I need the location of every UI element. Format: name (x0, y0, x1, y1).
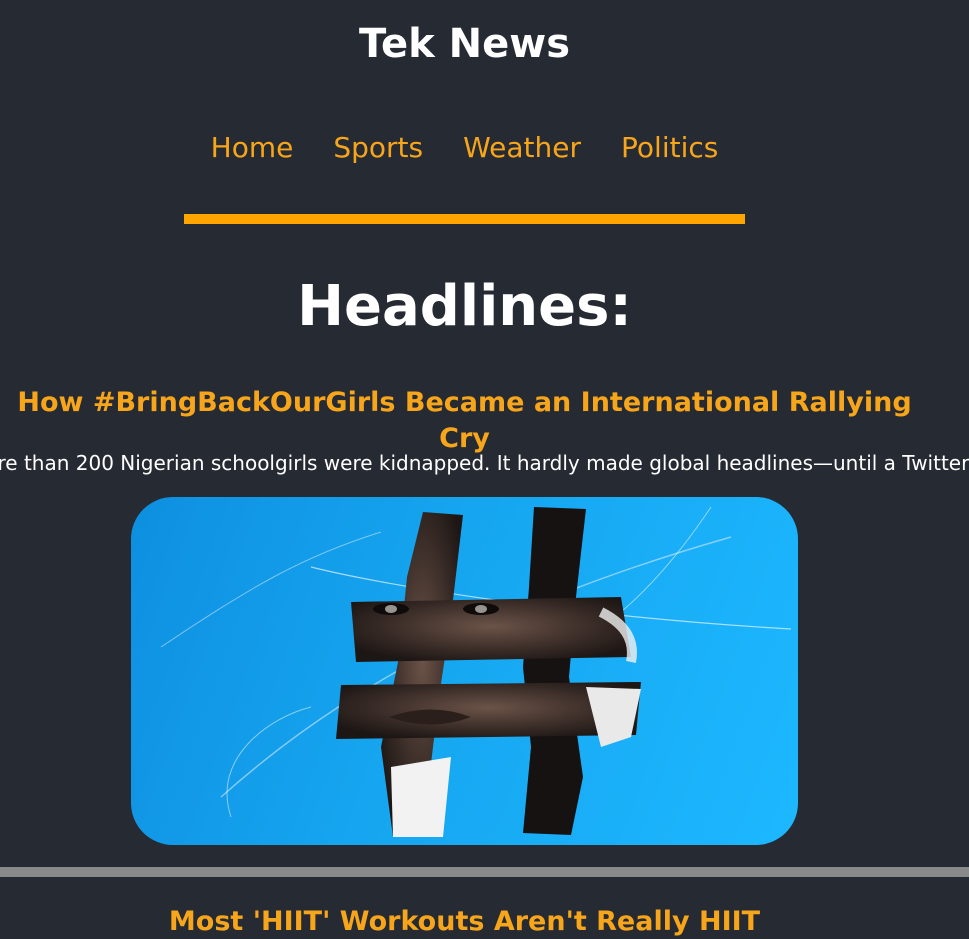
article-title[interactable]: Most 'HIIT' Workouts Aren't Really HIIT (0, 904, 929, 939)
headlines-heading: Headlines: (297, 274, 632, 339)
article-summary-text: More than 200 Nigerian schoolgirls were … (0, 451, 969, 475)
article-divider (0, 867, 969, 877)
nav-item-politics[interactable]: Politics (621, 128, 718, 168)
nav-item-weather[interactable]: Weather (463, 128, 581, 168)
nav-item-sports[interactable]: Sports (333, 128, 423, 168)
main-nav: Home Sports Weather Politics (0, 128, 929, 168)
page: Tek News Home Sports Weather Politics He… (0, 0, 969, 939)
hashtag-collage-image (160, 506, 792, 837)
nav-underline (184, 214, 745, 224)
article-title[interactable]: How #BringBackOurGirls Became an Interna… (0, 385, 929, 457)
article-image (131, 497, 798, 845)
nav-item-home[interactable]: Home (211, 128, 294, 168)
article-summary: More than 200 Nigerian schoolgirls were … (0, 449, 969, 477)
site-title: Tek News (359, 21, 570, 67)
